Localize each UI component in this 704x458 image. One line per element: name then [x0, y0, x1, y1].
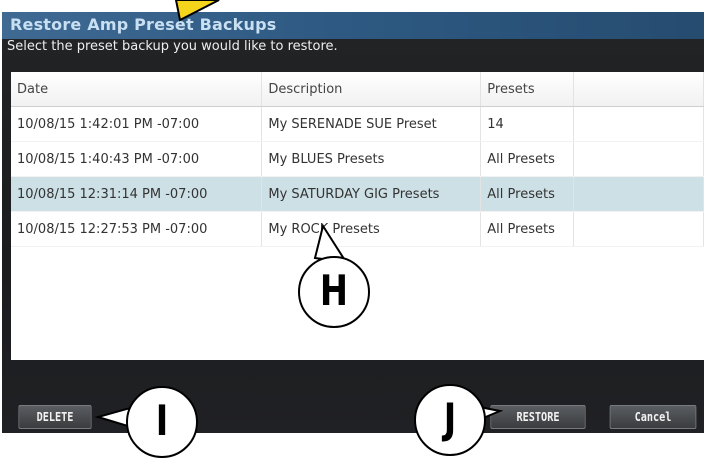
callout-h-label: H [319, 266, 349, 315]
callout-h-circle: H [298, 256, 370, 328]
callout-j-label: J [443, 394, 457, 443]
callout-overlay [94, 0, 504, 432]
callout-j-circle: J [414, 384, 486, 456]
callout-i-circle: I [126, 386, 198, 458]
pointer-arrow-icon [174, 0, 220, 22]
callout-i-label: I [155, 396, 169, 445]
